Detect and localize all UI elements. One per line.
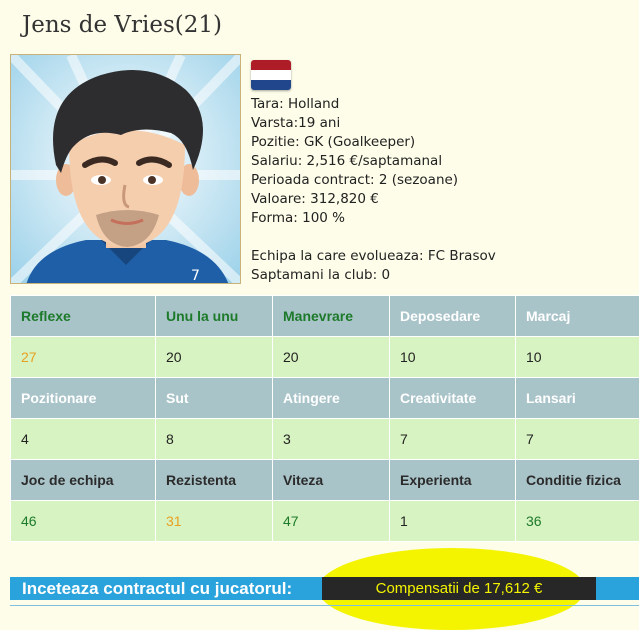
stats-value-row: 4 8 3 7 7 (10, 418, 639, 460)
stat-value: 27 (10, 336, 156, 378)
stat-label: Experienta (389, 459, 516, 501)
player-stats-table: Reflexe Unu la unu Manevrare Deposedare … (10, 295, 639, 542)
netherlands-flag-icon (251, 60, 291, 90)
stat-label: Conditie fizica (515, 459, 639, 501)
contract-termination-label: Inceteaza contractul cu jucatorul: (22, 579, 293, 598)
player-name-title: Jens de Vries(21) (22, 12, 222, 38)
stat-value: 20 (155, 336, 273, 378)
stat-label: Unu la unu (155, 295, 273, 337)
stat-label: Sut (155, 377, 273, 419)
stat-label: Creativitate (389, 377, 516, 419)
info-weeks-at-club: Saptamani la club: 0 (251, 267, 391, 283)
stat-value: 47 (272, 500, 390, 542)
compensation-button[interactable]: Compensatii de 17,612 € (322, 577, 596, 600)
stat-label: Joc de echipa (10, 459, 156, 501)
stat-label: Reflexe (10, 295, 156, 337)
info-age: Varsta:19 ani (251, 115, 341, 131)
stats-value-row: 46 31 47 1 36 (10, 500, 639, 542)
svg-text:7: 7 (191, 268, 200, 284)
stats-value-row: 27 20 20 10 10 (10, 336, 639, 378)
stat-value: 7 (515, 418, 639, 460)
info-form: Forma: 100 % (251, 210, 346, 226)
stat-label: Deposedare (389, 295, 516, 337)
stat-label: Viteza (272, 459, 390, 501)
stat-value: 20 (272, 336, 390, 378)
stat-label: Manevrare (272, 295, 390, 337)
stat-value: 8 (155, 418, 273, 460)
player-avatar: 7 (10, 54, 241, 284)
info-country: Tara: Holland (251, 96, 340, 112)
divider (10, 605, 639, 606)
stat-value: 7 (389, 418, 516, 460)
stat-value: 4 (10, 418, 156, 460)
stats-header-row: Reflexe Unu la unu Manevrare Deposedare … (10, 295, 639, 337)
stat-label: Rezistenta (155, 459, 273, 501)
stat-value: 36 (515, 500, 639, 542)
stat-value: 10 (515, 336, 639, 378)
info-salary: Salariu: 2,516 €/saptamanal (251, 153, 443, 169)
info-position: Pozitie: GK (Goalkeeper) (251, 134, 416, 150)
stats-header-row: Joc de echipa Rezistenta Viteza Experien… (10, 459, 639, 501)
stat-value: 31 (155, 500, 273, 542)
info-team: Echipa la care evolueaza: FC Brasov (251, 248, 496, 264)
stat-label: Marcaj (515, 295, 639, 337)
stat-value: 3 (272, 418, 390, 460)
stats-header-row: Pozitionare Sut Atingere Creativitate La… (10, 377, 639, 419)
stat-value: 1 (389, 500, 516, 542)
stat-label: Pozitionare (10, 377, 156, 419)
info-contract-period: Perioada contract: 2 (sezoane) (251, 172, 459, 188)
stat-value: 46 (10, 500, 156, 542)
player-info: Tara: Holland Varsta:19 ani Pozitie: GK … (251, 95, 496, 285)
stat-value: 10 (389, 336, 516, 378)
stat-label: Lansari (515, 377, 639, 419)
info-value: Valoare: 312,820 € (251, 191, 379, 207)
stat-label: Atingere (272, 377, 390, 419)
